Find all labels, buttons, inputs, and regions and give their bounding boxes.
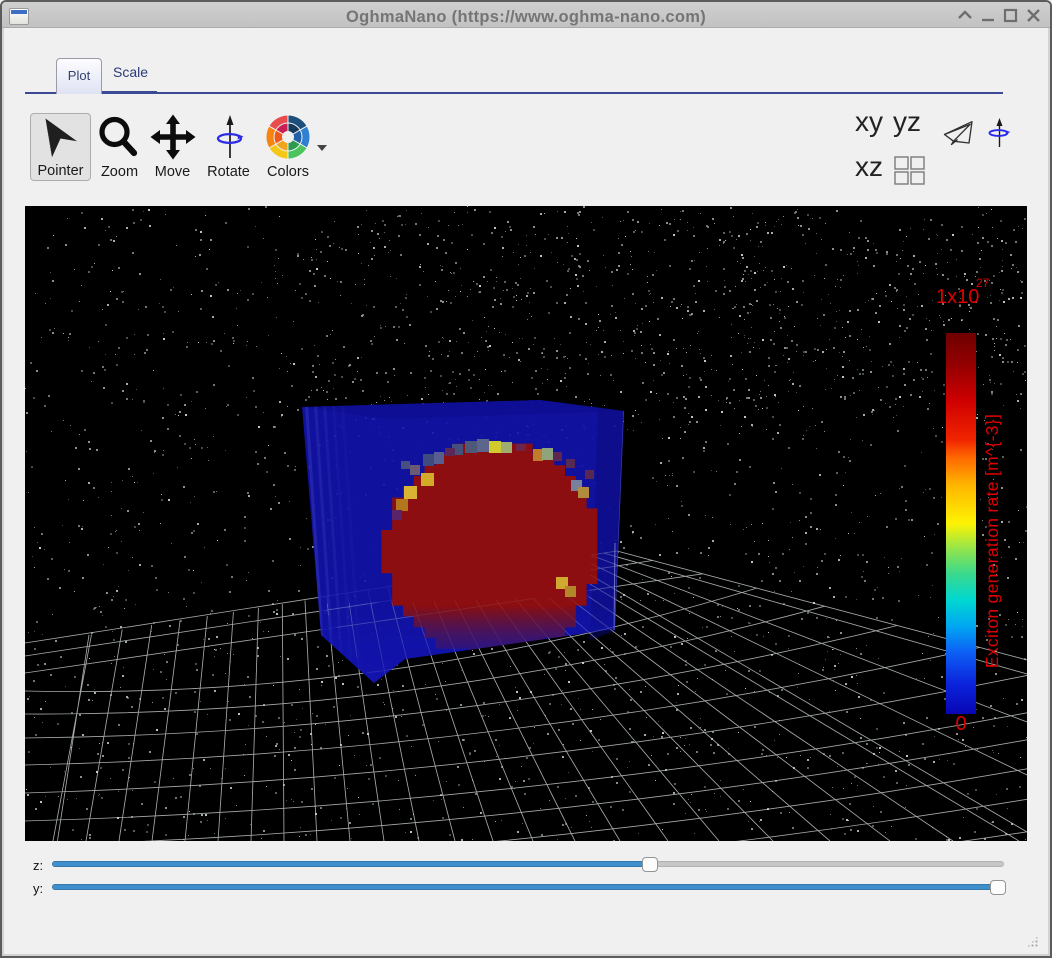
- svg-text:27: 27: [976, 276, 990, 290]
- svg-text:0: 0: [955, 713, 966, 735]
- svg-text:Exciton generation rate [m^{-3: Exciton generation rate [m^{-3}]: [982, 414, 1002, 668]
- svg-text:1x10: 1x10: [936, 286, 979, 308]
